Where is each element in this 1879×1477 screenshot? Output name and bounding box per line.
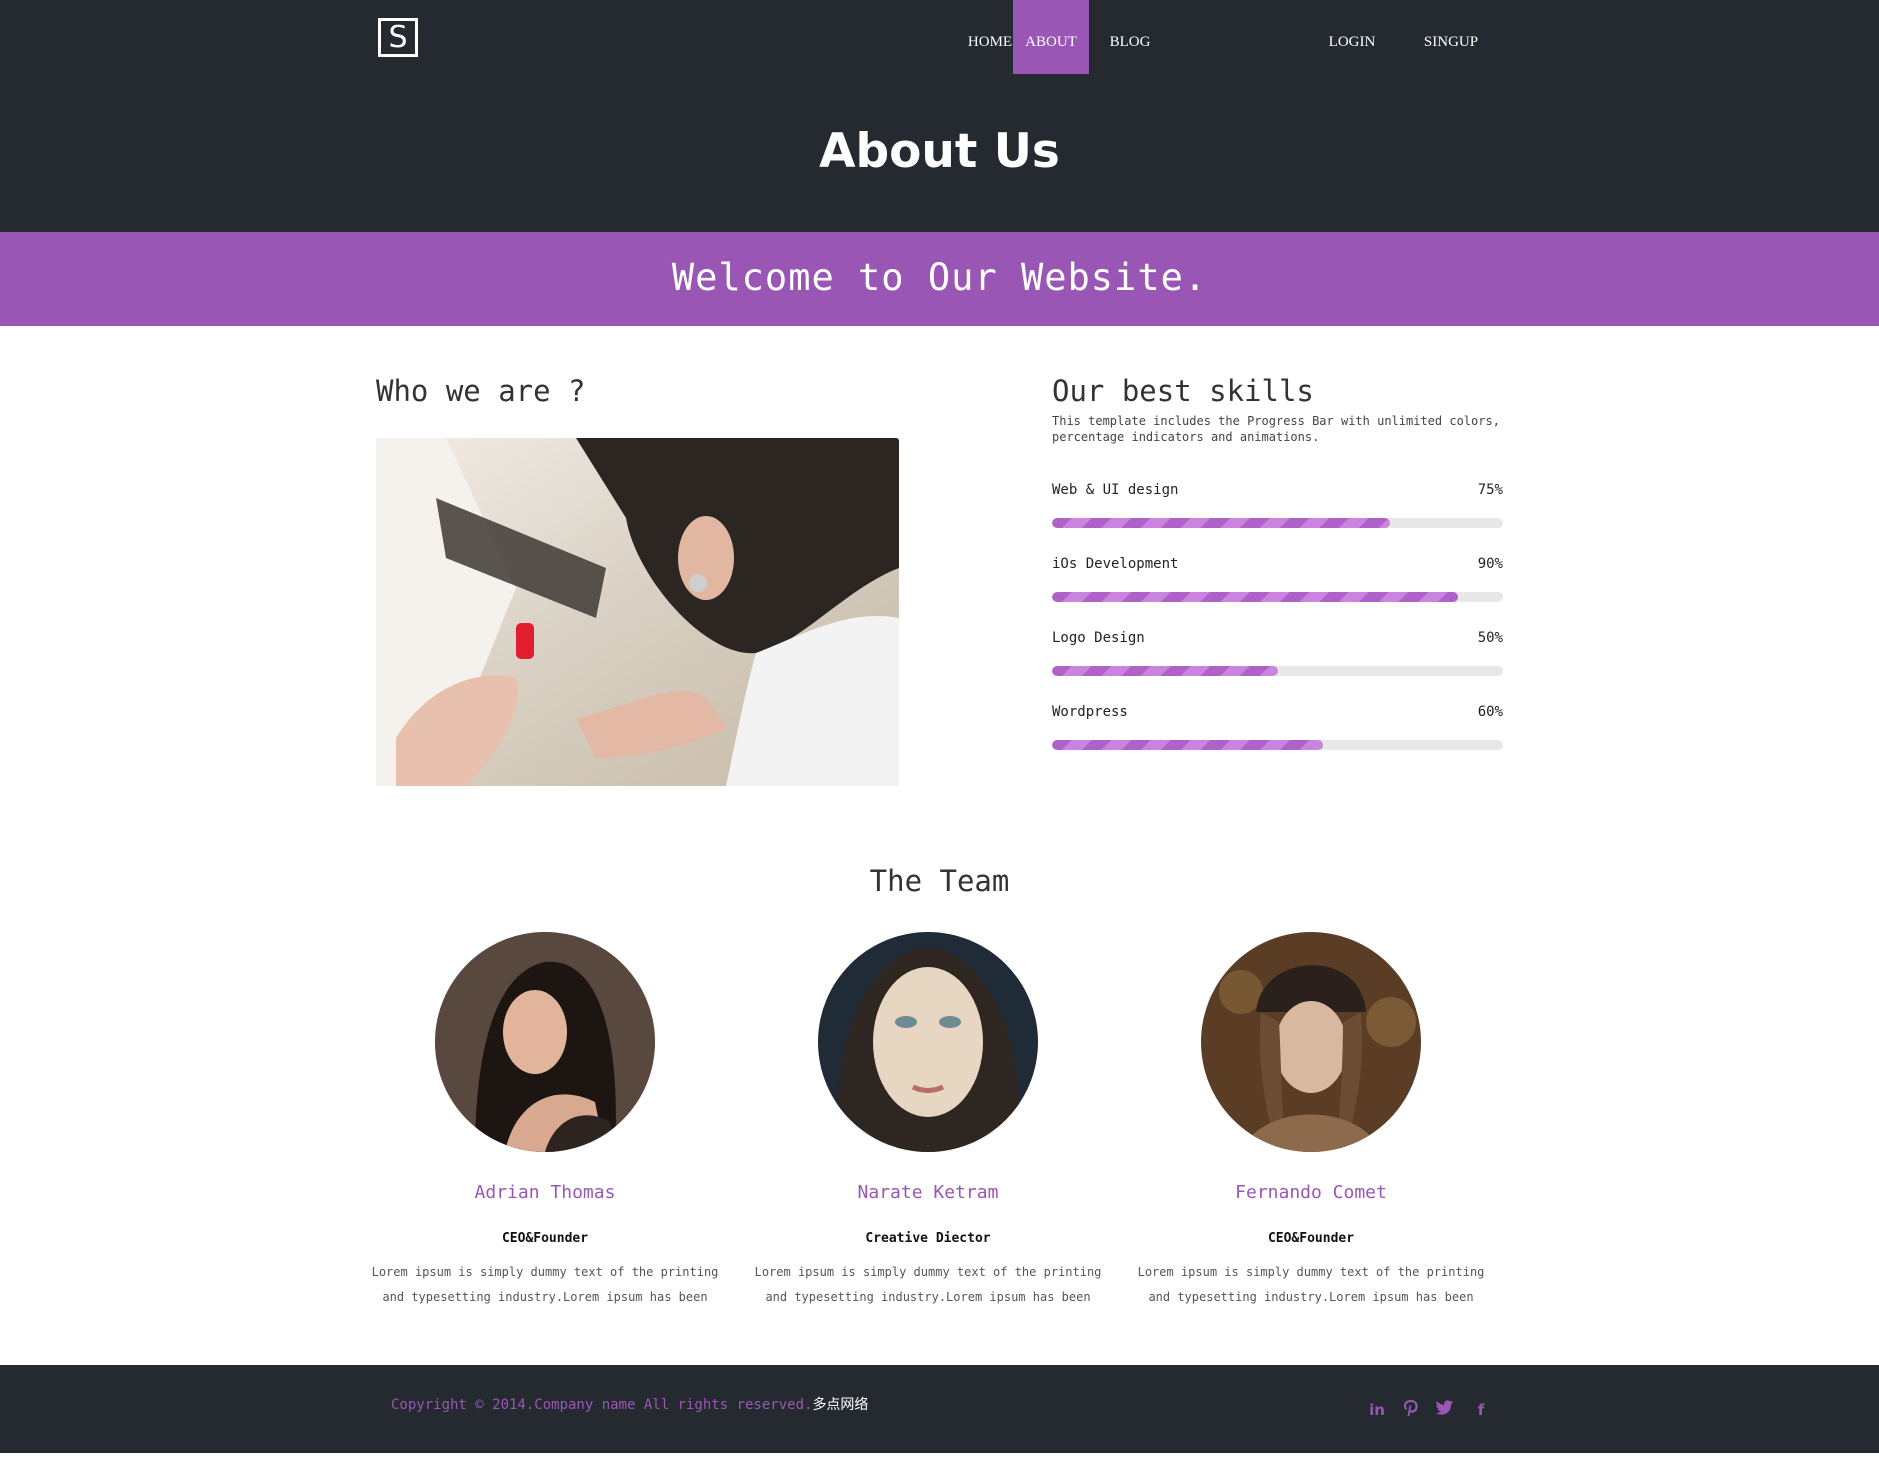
welcome-banner: Welcome to Our Website. — [0, 232, 1879, 326]
about-photo — [376, 438, 899, 786]
nav-signup[interactable]: SINGUP — [1418, 0, 1484, 74]
facebook-icon[interactable]: f — [1470, 1399, 1492, 1421]
skill-percent: 90% — [1477, 556, 1503, 572]
skill-percent: 75% — [1477, 482, 1503, 498]
pinterest-icon[interactable] — [1400, 1399, 1422, 1421]
member-bio: Lorem ipsum is simply dummy text of the … — [754, 1265, 1102, 1304]
avatar-portrait — [818, 932, 1038, 1152]
skill-name: Wordpress — [1052, 704, 1128, 720]
nav-login[interactable]: LOGIN — [1322, 0, 1382, 74]
member-name[interactable]: Narate Ketram — [753, 1182, 1103, 1203]
nav-about[interactable]: ABOUT — [1013, 0, 1089, 74]
avatar[interactable] — [818, 932, 1038, 1152]
member-role: CEO&Founder — [1267, 1231, 1355, 1246]
avatar[interactable] — [435, 932, 655, 1152]
team-title: The Team — [869, 864, 1010, 898]
copyright-text: Copyright © 2014.Company name All rights… — [391, 1397, 813, 1413]
banner-text: Welcome to Our Website. — [671, 256, 1208, 299]
member-role: CEO&Founder — [501, 1231, 589, 1246]
nav-blog[interactable]: BLOG — [1100, 0, 1160, 74]
skill-progress-fill — [1052, 740, 1323, 750]
member-bio: Lorem ipsum is simply dummy text of the … — [371, 1265, 719, 1304]
skill-progress-fill — [1052, 518, 1391, 528]
copyright: Copyright © 2014.Company name All rights… — [391, 1394, 868, 1414]
site-footer: Copyright © 2014.Company name All rights… — [0, 1365, 1879, 1453]
copyright-brand-link[interactable]: 多点网络 — [812, 1397, 868, 1413]
skill-progress-track — [1052, 518, 1503, 528]
about-photo-illustration — [376, 438, 899, 786]
member-bio: Lorem ipsum is simply dummy text of the … — [1137, 1265, 1485, 1304]
skills-heading: Our best skills — [1052, 374, 1314, 408]
skill-name: Logo Design — [1052, 630, 1145, 646]
team-member-card: Adrian Thomas CEO&Founder Lorem ipsum is… — [370, 932, 720, 1310]
skill-percent: 60% — [1477, 704, 1503, 720]
member-name[interactable]: Adrian Thomas — [370, 1182, 720, 1203]
logo[interactable]: S — [378, 18, 418, 57]
who-we-are-heading: Who we are ? — [376, 374, 586, 408]
member-name[interactable]: Fernando Comet — [1136, 1182, 1486, 1203]
skill-progress-fill — [1052, 666, 1278, 676]
skills-description: This template includes the Progress Bar … — [1052, 414, 1500, 444]
skill-progress-track — [1052, 740, 1503, 750]
page-title: About Us — [819, 124, 1060, 179]
skill-percent: 50% — [1477, 630, 1503, 646]
avatar-portrait — [435, 932, 655, 1152]
avatar[interactable] — [1201, 932, 1421, 1152]
member-role: Creative Diector — [865, 1231, 991, 1246]
site-header: S HOME ABOUT BLOG LOGIN SINGUP About Us — [0, 0, 1879, 232]
team-member-card: Narate Ketram Creative Diector Lorem ips… — [753, 932, 1103, 1310]
skill-name: Web & UI design — [1052, 482, 1179, 498]
twitter-icon[interactable] — [1434, 1399, 1456, 1421]
avatar-portrait — [1201, 932, 1421, 1152]
team-member-card: Fernando Comet CEO&Founder Lorem ipsum i… — [1136, 932, 1486, 1310]
skill-progress-track — [1052, 666, 1503, 676]
linkedin-icon[interactable]: in — [1366, 1399, 1388, 1421]
skill-name: iOs Development — [1052, 556, 1179, 572]
skill-progress-track — [1052, 592, 1503, 602]
skill-progress-fill — [1052, 592, 1458, 602]
